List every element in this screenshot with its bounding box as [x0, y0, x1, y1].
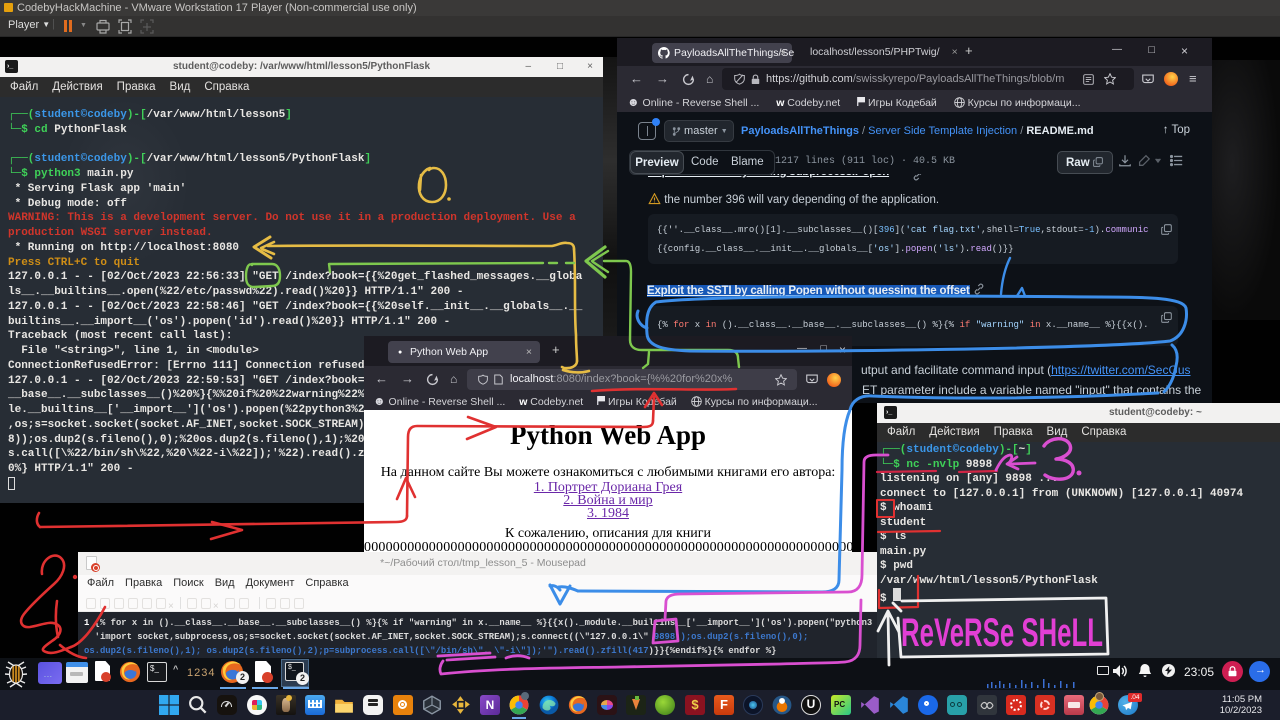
- svg-text:..............................: ........................................: [987, 685, 1031, 689]
